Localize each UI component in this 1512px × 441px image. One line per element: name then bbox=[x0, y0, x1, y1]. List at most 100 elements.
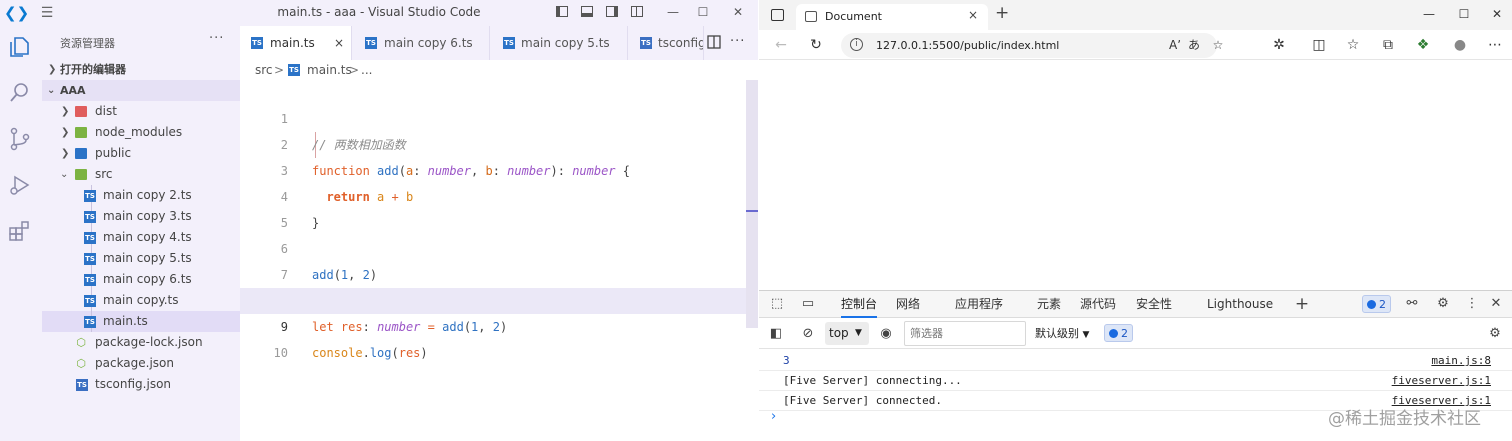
code-editor[interactable]: 1 // 两数相加函数 2 function add(a: number, b:… bbox=[240, 80, 758, 441]
code-line-9: 9 console.log(res) bbox=[240, 288, 746, 360]
tree-file-main-copy-2[interactable]: TS main copy 2.ts bbox=[42, 185, 240, 206]
site-info-icon[interactable]: i bbox=[850, 38, 863, 51]
console-source-link[interactable]: main.js:8 bbox=[1431, 351, 1491, 371]
split-screen-icon[interactable]: ◫ bbox=[1310, 36, 1328, 54]
log-level-dropdown[interactable]: 默认级别 ▼ bbox=[1035, 325, 1089, 341]
tree-file-main[interactable]: TS main.ts bbox=[42, 311, 240, 332]
context-selector[interactable]: top ▼ bbox=[825, 322, 869, 345]
tree-item-label: main copy.ts bbox=[103, 293, 179, 307]
tree-folder-node-modules[interactable]: ❯ node_modules bbox=[42, 122, 240, 143]
source-control-icon[interactable] bbox=[7, 126, 33, 152]
tab-security[interactable]: 安全性 bbox=[1136, 291, 1172, 318]
console-prompt[interactable]: › bbox=[771, 409, 776, 424]
more-options-icon[interactable]: ⋮ bbox=[1463, 295, 1481, 313]
tab-elements[interactable]: 元素 bbox=[1037, 291, 1061, 318]
tree-folder-src[interactable]: ⌄ src bbox=[42, 164, 240, 185]
extensions-puzzle-icon[interactable]: ✲ bbox=[1270, 36, 1288, 54]
console-sidebar-icon[interactable]: ◧ bbox=[767, 325, 785, 343]
editor-scrollbar[interactable] bbox=[746, 80, 758, 328]
typescript-file-icon: TS bbox=[84, 232, 96, 244]
toggle-primary-sidebar-icon[interactable] bbox=[553, 4, 571, 20]
url-text[interactable]: 127.0.0.1:5500/public/index.html bbox=[876, 39, 1059, 52]
breadcrumb-symbol[interactable]: ... bbox=[361, 63, 372, 77]
tab-network[interactable]: 网络 bbox=[896, 291, 920, 318]
tree-file-main-copy-6[interactable]: TS main copy 6.ts bbox=[42, 269, 240, 290]
tree-folder-dist[interactable]: ❯ dist bbox=[42, 101, 240, 122]
close-button[interactable]: ✕ bbox=[724, 2, 752, 22]
toggle-panel-icon[interactable] bbox=[578, 4, 596, 20]
tab-label: tsconfig bbox=[658, 36, 704, 50]
maximize-button[interactable]: ☐ bbox=[689, 2, 717, 22]
chevron-right-icon: ❯ bbox=[61, 127, 70, 138]
toggle-secondary-sidebar-icon[interactable] bbox=[603, 4, 621, 20]
refresh-icon[interactable]: ↻ bbox=[807, 36, 825, 54]
tab-sources[interactable]: 源代码 bbox=[1080, 291, 1116, 318]
message-count-badge[interactable]: 2 bbox=[1104, 324, 1133, 342]
tree-file-tsconfig[interactable]: TS tsconfig.json bbox=[42, 374, 240, 395]
back-arrow-icon[interactable]: ← bbox=[772, 36, 790, 54]
favorite-star-icon[interactable]: ☆ bbox=[1210, 37, 1226, 53]
issues-badge[interactable]: 2 bbox=[1362, 295, 1391, 313]
tab-main-copy-5[interactable]: TS main copy 5.ts bbox=[490, 26, 628, 60]
breadcrumb-file[interactable]: main.ts bbox=[307, 63, 352, 77]
console-settings-gear-icon[interactable]: ⚙ bbox=[1486, 325, 1504, 343]
read-aloud-icon[interactable]: Aʼ bbox=[1167, 37, 1183, 53]
connected-devices-icon[interactable]: ⚯ bbox=[1403, 295, 1421, 313]
settings-more-icon[interactable]: ⋯ bbox=[1486, 36, 1504, 54]
page-viewport[interactable] bbox=[759, 61, 1512, 290]
inspect-element-icon[interactable]: ⬚ bbox=[768, 295, 786, 313]
close-devtools-icon[interactable]: ✕ bbox=[1487, 295, 1505, 313]
code-line-7: 7 bbox=[240, 236, 746, 282]
tree-file-package-lock[interactable]: ⬡ package-lock.json bbox=[42, 332, 240, 353]
tab-main-ts[interactable]: TS main.ts × bbox=[240, 26, 352, 60]
collections-icon[interactable]: ⧉ bbox=[1379, 36, 1397, 54]
maximize-button[interactable]: ☐ bbox=[1450, 4, 1478, 24]
browser-essentials-icon[interactable]: ❖ bbox=[1414, 36, 1432, 54]
tsconfig-file-icon: TS bbox=[76, 379, 88, 391]
more-actions-icon[interactable]: ··· bbox=[209, 31, 224, 46]
minimize-button[interactable]: — bbox=[1415, 4, 1443, 24]
console-filter-input[interactable] bbox=[904, 321, 1026, 346]
add-tab-icon[interactable]: + bbox=[1293, 295, 1311, 313]
split-editor-icon[interactable] bbox=[707, 35, 722, 50]
device-emulation-icon[interactable]: ▭ bbox=[799, 295, 817, 313]
translate-icon[interactable]: あ bbox=[1186, 37, 1202, 53]
tree-file-main-copy-5[interactable]: TS main copy 5.ts bbox=[42, 248, 240, 269]
tree-folder-public[interactable]: ❯ public bbox=[42, 143, 240, 164]
tab-lighthouse[interactable]: Lighthouse bbox=[1207, 291, 1273, 318]
tree-file-main-copy-4[interactable]: TS main copy 4.ts bbox=[42, 227, 240, 248]
tab-console[interactable]: 控制台 bbox=[841, 291, 878, 318]
tree-file-package-json[interactable]: ⬡ package.json bbox=[42, 353, 240, 374]
search-icon[interactable] bbox=[7, 80, 33, 106]
profile-avatar-icon[interactable]: ● bbox=[1451, 36, 1469, 54]
close-tab-icon[interactable]: × bbox=[968, 8, 978, 22]
workspace-root-section[interactable]: ⌄ AAA bbox=[42, 80, 240, 101]
breadcrumb-folder[interactable]: src bbox=[255, 63, 273, 77]
minimize-button[interactable]: — bbox=[659, 2, 687, 22]
close-button[interactable]: ✕ bbox=[1483, 4, 1511, 24]
explorer-icon[interactable] bbox=[7, 34, 33, 60]
tab-tsconfig[interactable]: TS tsconfig bbox=[628, 26, 704, 60]
console-source-link[interactable]: fiveserver.js:1 bbox=[1392, 371, 1491, 391]
tree-file-main-copy-3[interactable]: TS main copy 3.ts bbox=[42, 206, 240, 227]
more-actions-icon[interactable]: ··· bbox=[730, 34, 745, 49]
live-expression-eye-icon[interactable]: ◉ bbox=[877, 325, 895, 343]
console-log-row: 3 main.js:8 bbox=[759, 351, 1512, 371]
clear-console-icon[interactable]: ⊘ bbox=[799, 325, 817, 343]
hamburger-menu-icon[interactable]: ☰ bbox=[38, 4, 56, 22]
run-debug-icon[interactable] bbox=[7, 172, 33, 198]
address-bar[interactable]: i 127.0.0.1:5500/public/index.html Aʼ あ … bbox=[841, 33, 1223, 58]
browser-tab-document[interactable]: Document × bbox=[796, 4, 988, 30]
tab-main-copy-6[interactable]: TS main copy 6.ts bbox=[352, 26, 490, 60]
customize-layout-icon[interactable] bbox=[628, 4, 646, 20]
favorites-icon[interactable]: ☆ bbox=[1344, 36, 1362, 54]
scrollbar-cursor-marker bbox=[746, 210, 758, 212]
new-tab-button[interactable]: + bbox=[995, 3, 1009, 23]
tab-actions-icon[interactable] bbox=[771, 9, 784, 21]
open-editors-section[interactable]: ❯ 打开的编辑器 bbox=[42, 59, 240, 80]
extensions-icon[interactable] bbox=[7, 218, 33, 244]
tab-application[interactable]: 应用程序 bbox=[955, 291, 1003, 318]
devtools-settings-gear-icon[interactable]: ⚙ bbox=[1434, 295, 1452, 313]
tree-file-main-copy[interactable]: TS main copy.ts bbox=[42, 290, 240, 311]
close-tab-icon[interactable]: × bbox=[334, 26, 344, 60]
